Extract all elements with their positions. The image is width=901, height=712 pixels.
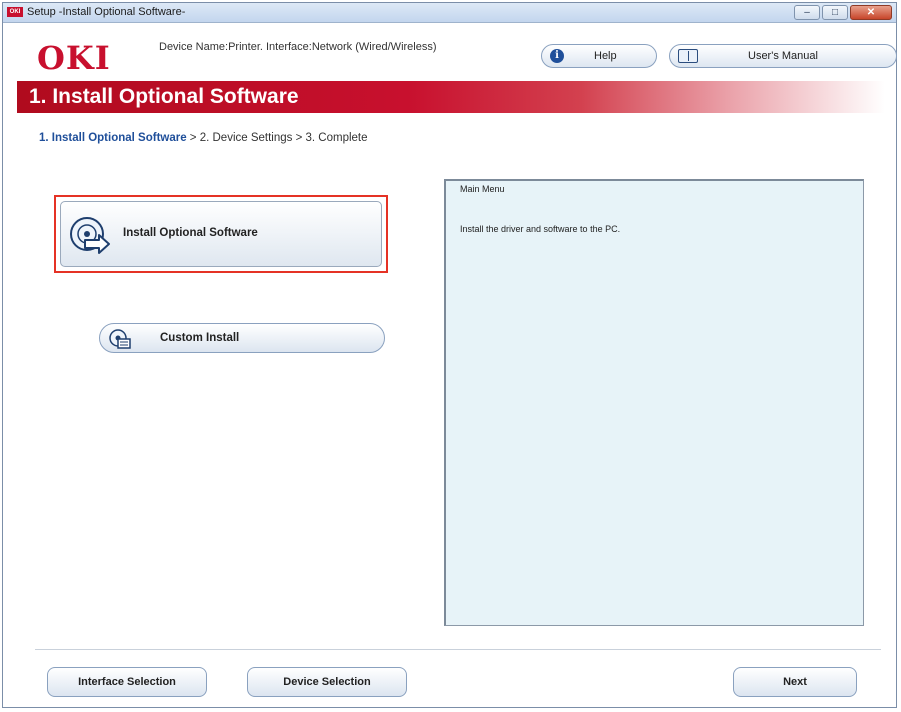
device-info: Device Name:Printer. Interface:Network (… (159, 41, 437, 53)
oki-logo: OKI (37, 39, 111, 77)
close-button[interactable]: ✕ (850, 5, 892, 20)
help-button[interactable]: i Help (541, 44, 657, 68)
breadcrumb-current-step: 1. Install Optional Software (39, 132, 187, 144)
next-button[interactable]: Next (733, 667, 857, 697)
maximize-icon: □ (831, 7, 839, 18)
window-controls: – □ ✕ (794, 5, 892, 20)
app-icon: OKI (7, 7, 23, 17)
device-selection-button[interactable]: Device Selection (247, 667, 407, 697)
minimize-icon: – (804, 7, 810, 18)
footer-divider (35, 649, 881, 650)
description-panel: Main Menu Install the driver and softwar… (444, 179, 864, 626)
book-icon (678, 49, 698, 63)
panel-description: Install the driver and software to the P… (460, 224, 621, 234)
custom-install-button[interactable]: Custom Install (99, 323, 385, 353)
window-title: Setup -Install Optional Software- (27, 6, 186, 18)
breadcrumb-remaining-steps: > 2. Device Settings > 3. Complete (186, 132, 368, 144)
panel-title: Main Menu (460, 184, 505, 194)
custom-install-label: Custom Install (160, 332, 240, 344)
page-title: 1. Install Optional Software (29, 85, 299, 108)
minimize-button[interactable]: – (794, 5, 820, 20)
interface-selection-button[interactable]: Interface Selection (47, 667, 207, 697)
maximize-button[interactable]: □ (822, 5, 848, 20)
users-manual-button[interactable]: User's Manual (669, 44, 897, 68)
users-manual-label: User's Manual (748, 50, 818, 62)
info-icon: i (550, 49, 564, 63)
install-optional-software-button[interactable]: Install Optional Software (60, 201, 382, 267)
setup-window: OKI Setup -Install Optional Software- – … (2, 2, 897, 708)
page-banner: 1. Install Optional Software (17, 81, 885, 113)
custom-install-icon (108, 328, 132, 355)
breadcrumb: 1. Install Optional Software > 2. Device… (39, 132, 368, 144)
title-bar: OKI Setup -Install Optional Software- – … (3, 3, 896, 23)
help-label: Help (594, 50, 617, 62)
install-optional-software-label: Install Optional Software (123, 227, 258, 239)
disc-install-icon (67, 214, 115, 261)
close-icon: ✕ (866, 7, 876, 18)
